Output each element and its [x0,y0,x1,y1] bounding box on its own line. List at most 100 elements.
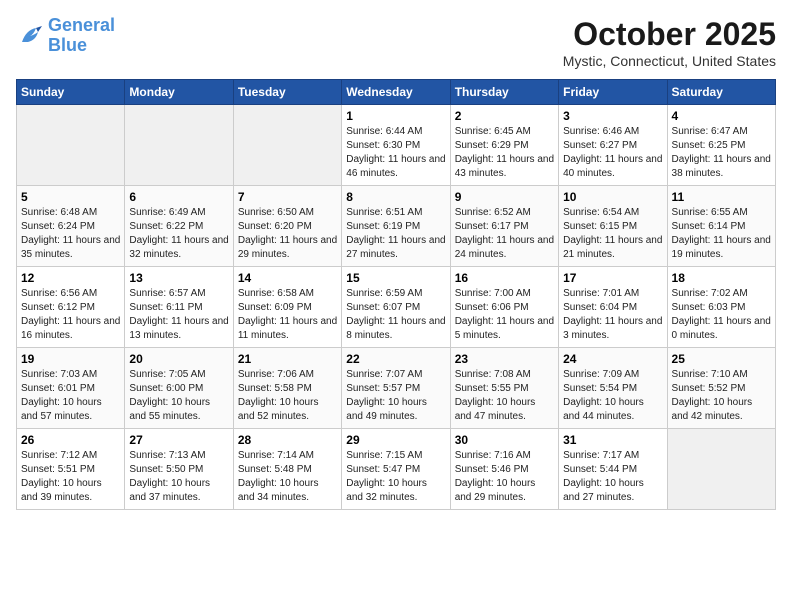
day-info: Sunrise: 6:51 AMSunset: 6:19 PMDaylight:… [346,206,445,262]
calendar-cell [233,105,341,186]
calendar-cell: 30 Sunrise: 7:16 AMSunset: 5:46 PMDayligh… [450,429,558,510]
day-number: 4 [672,109,771,123]
calendar-cell: 29Sunrise: 7:15 AMSunset: 5:47 PMDayligh… [342,429,450,510]
calendar-header-tuesday: Tuesday [233,80,341,105]
header: General Blue October 2025 Mystic, Connec… [16,16,776,69]
calendar-cell [17,105,125,186]
calendar-cell: 22 Sunrise: 7:07 AMSunset: 5:57 PMDayligh… [342,348,450,429]
day-info: Sunrise: 6:56 AMSunset: 6:12 PMDaylight:… [21,287,120,343]
calendar-header-thursday: Thursday [450,80,558,105]
day-number: 17 [563,271,662,285]
day-number: 20 [129,352,228,366]
logo: General Blue [16,16,115,56]
title-block: October 2025 Mystic, Connecticut, United… [563,16,776,69]
calendar-cell: 31 Sunrise: 7:17 AMSunset: 5:44 PMDayligh… [559,429,667,510]
day-info: Sunrise: 6:47 AMSunset: 6:25 PMDaylight:… [672,125,771,181]
day-info: Sunrise: 7:09 AMSunset: 5:54 PMDaylight:… [563,368,662,424]
calendar-cell: 25 Sunrise: 7:10 AMSunset: 5:52 PMDayligh… [667,348,775,429]
day-info: Sunrise: 7:05 AMSunset: 6:00 PMDaylight:… [129,368,228,424]
day-info: Sunrise: 7:17 AMSunset: 5:44 PMDaylight:… [563,449,662,505]
calendar-cell: 1 Sunrise: 6:44 AMSunset: 6:30 PMDaylight… [342,105,450,186]
day-number: 18 [672,271,771,285]
day-info: Sunrise: 7:07 AMSunset: 5:57 PMDaylight:… [346,368,445,424]
calendar-cell: 21 Sunrise: 7:06 AMSunset: 5:58 PMDayligh… [233,348,341,429]
day-info: Sunrise: 6:46 AMSunset: 6:27 PMDaylight:… [563,125,662,181]
calendar-week-1: 1 Sunrise: 6:44 AMSunset: 6:30 PMDaylight… [17,105,776,186]
calendar-table: SundayMondayTuesdayWednesdayThursdayFrid… [16,79,776,510]
calendar-cell: 28Sunrise: 7:14 AMSunset: 5:48 PMDayligh… [233,429,341,510]
calendar-cell: 17 Sunrise: 7:01 AMSunset: 6:04 PMDayligh… [559,267,667,348]
calendar-cell: 11Sunrise: 6:55 AMSunset: 6:14 PMDayligh… [667,186,775,267]
day-info: Sunrise: 6:54 AMSunset: 6:15 PMDaylight:… [563,206,662,262]
day-info: Sunrise: 6:48 AMSunset: 6:24 PMDaylight:… [21,206,120,262]
day-info: Sunrise: 6:44 AMSunset: 6:30 PMDaylight:… [346,125,445,181]
day-number: 15 [346,271,445,285]
calendar-cell: 3Sunrise: 6:46 AMSunset: 6:27 PMDaylight… [559,105,667,186]
day-number: 27 [129,433,228,447]
calendar-cell: 20 Sunrise: 7:05 AMSunset: 6:00 PMDayligh… [125,348,233,429]
calendar-week-4: 19Sunrise: 7:03 AMSunset: 6:01 PMDayligh… [17,348,776,429]
calendar-cell: 16Sunrise: 7:00 AMSunset: 6:06 PMDayligh… [450,267,558,348]
day-info: Sunrise: 7:12 AMSunset: 5:51 PMDaylight:… [21,449,120,505]
day-number: 25 [672,352,771,366]
day-number: 24 [563,352,662,366]
day-info: Sunrise: 7:15 AMSunset: 5:47 PMDaylight:… [346,449,445,505]
day-info: Sunrise: 6:55 AMSunset: 6:14 PMDaylight:… [672,206,771,262]
day-number: 5 [21,190,120,204]
day-info: Sunrise: 7:16 AMSunset: 5:46 PMDaylight:… [455,449,554,505]
day-number: 1 [346,109,445,123]
calendar-cell: 4 Sunrise: 6:47 AMSunset: 6:25 PMDaylight… [667,105,775,186]
location: Mystic, Connecticut, United States [563,53,776,69]
day-info: Sunrise: 6:59 AMSunset: 6:07 PMDaylight:… [346,287,445,343]
calendar-week-3: 12 Sunrise: 6:56 AMSunset: 6:12 PMDayligh… [17,267,776,348]
calendar-cell: 2Sunrise: 6:45 AMSunset: 6:29 PMDaylight… [450,105,558,186]
calendar-cell: 24 Sunrise: 7:09 AMSunset: 5:54 PMDayligh… [559,348,667,429]
calendar-week-5: 26 Sunrise: 7:12 AMSunset: 5:51 PMDayligh… [17,429,776,510]
day-number: 26 [21,433,120,447]
calendar-cell: 7Sunrise: 6:50 AMSunset: 6:20 PMDaylight… [233,186,341,267]
logo-text: General Blue [48,16,115,56]
calendar-cell: 19Sunrise: 7:03 AMSunset: 6:01 PMDayligh… [17,348,125,429]
day-number: 12 [21,271,120,285]
day-number: 9 [455,190,554,204]
day-info: Sunrise: 7:13 AMSunset: 5:50 PMDaylight:… [129,449,228,505]
calendar-cell: 26 Sunrise: 7:12 AMSunset: 5:51 PMDayligh… [17,429,125,510]
calendar-cell [667,429,775,510]
day-number: 28 [238,433,337,447]
day-number: 10 [563,190,662,204]
day-info: Sunrise: 7:06 AMSunset: 5:58 PMDaylight:… [238,368,337,424]
day-number: 19 [21,352,120,366]
calendar-header-wednesday: Wednesday [342,80,450,105]
day-number: 30 [455,433,554,447]
calendar-cell: 15 Sunrise: 6:59 AMSunset: 6:07 PMDayligh… [342,267,450,348]
day-info: Sunrise: 6:52 AMSunset: 6:17 PMDaylight:… [455,206,554,262]
day-info: Sunrise: 7:02 AMSunset: 6:03 PMDaylight:… [672,287,771,343]
calendar-cell: 14Sunrise: 6:58 AMSunset: 6:09 PMDayligh… [233,267,341,348]
calendar-header-monday: Monday [125,80,233,105]
day-info: Sunrise: 6:57 AMSunset: 6:11 PMDaylight:… [129,287,228,343]
day-info: Sunrise: 7:10 AMSunset: 5:52 PMDaylight:… [672,368,771,424]
calendar-cell: 9 Sunrise: 6:52 AMSunset: 6:17 PMDaylight… [450,186,558,267]
day-number: 22 [346,352,445,366]
day-number: 14 [238,271,337,285]
calendar-cell: 8Sunrise: 6:51 AMSunset: 6:19 PMDaylight… [342,186,450,267]
day-number: 2 [455,109,554,123]
day-number: 31 [563,433,662,447]
month-title: October 2025 [563,16,776,53]
calendar-cell: 18 Sunrise: 7:02 AMSunset: 6:03 PMDayligh… [667,267,775,348]
calendar-header-saturday: Saturday [667,80,775,105]
day-info: Sunrise: 6:49 AMSunset: 6:22 PMDaylight:… [129,206,228,262]
calendar-header-friday: Friday [559,80,667,105]
calendar-cell: 23Sunrise: 7:08 AMSunset: 5:55 PMDayligh… [450,348,558,429]
day-info: Sunrise: 7:01 AMSunset: 6:04 PMDaylight:… [563,287,662,343]
day-number: 21 [238,352,337,366]
calendar-header-sunday: Sunday [17,80,125,105]
day-number: 13 [129,271,228,285]
calendar-cell: 13 Sunrise: 6:57 AMSunset: 6:11 PMDayligh… [125,267,233,348]
day-info: Sunrise: 7:08 AMSunset: 5:55 PMDaylight:… [455,368,554,424]
calendar-header-row: SundayMondayTuesdayWednesdayThursdayFrid… [17,80,776,105]
day-number: 6 [129,190,228,204]
day-info: Sunrise: 7:00 AMSunset: 6:06 PMDaylight:… [455,287,554,343]
calendar-cell: 6 Sunrise: 6:49 AMSunset: 6:22 PMDaylight… [125,186,233,267]
day-number: 7 [238,190,337,204]
